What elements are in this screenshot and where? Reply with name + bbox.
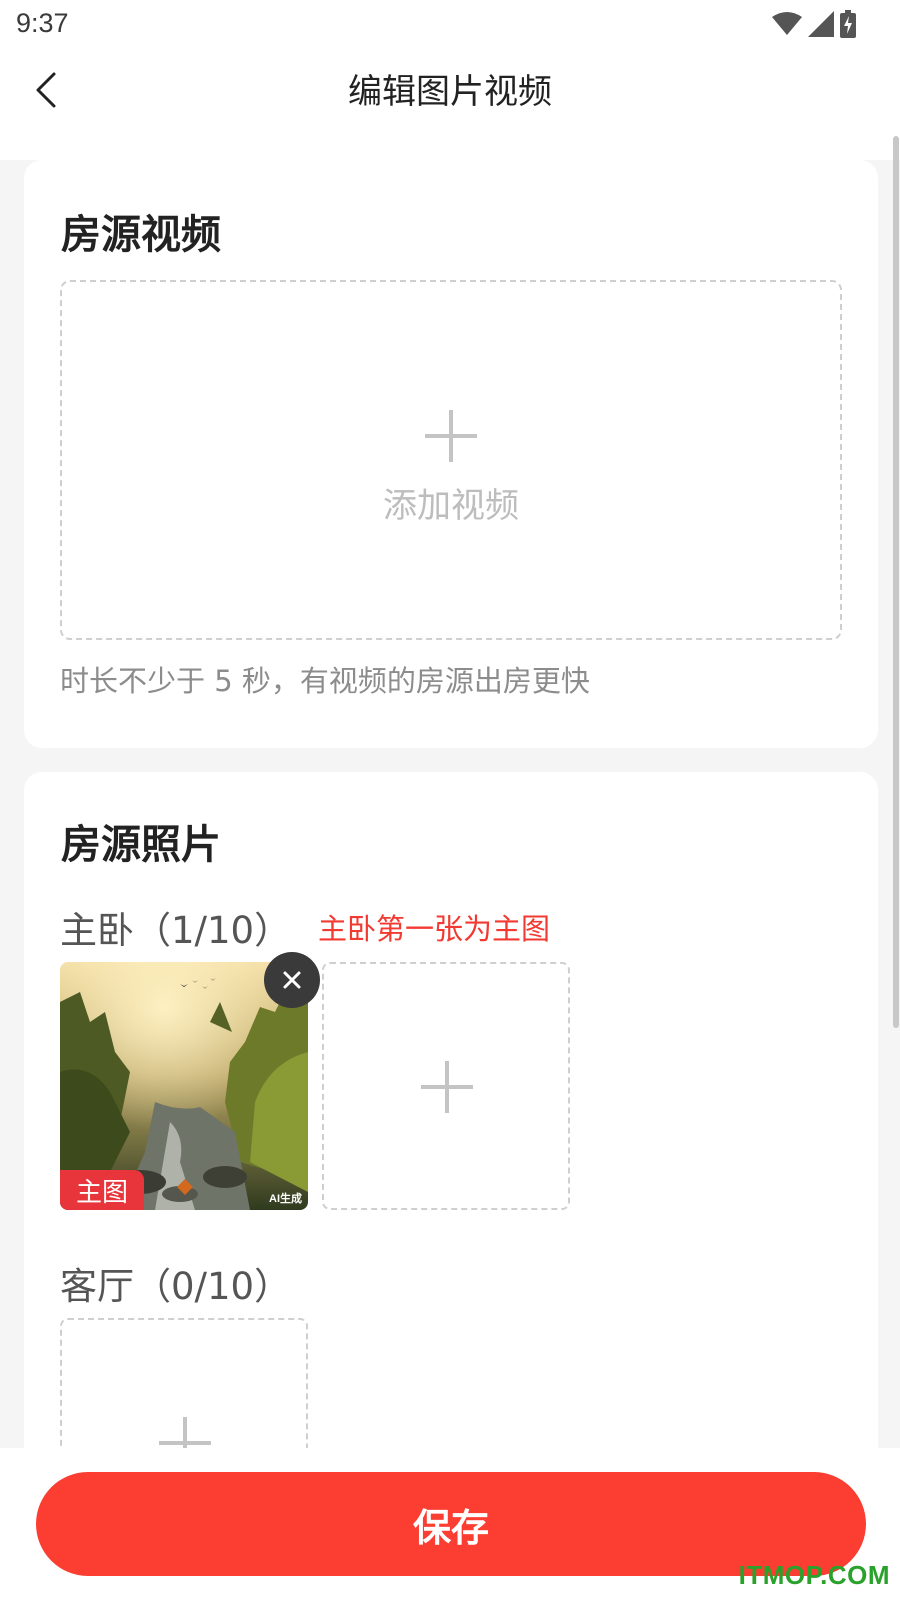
room-label-living-room: 客厅（0/10） xyxy=(60,1265,292,1308)
status-icons xyxy=(772,8,856,40)
plus-icon xyxy=(421,1061,473,1113)
main-photo-badge: 主图 xyxy=(60,1170,144,1210)
battery-charging-icon xyxy=(840,10,856,38)
photo-section-card: 房源照片 主卧（1/10） 主卧第一张为主图 主图 AI生成 客厅（0/10） xyxy=(24,772,878,1566)
wifi-icon xyxy=(772,11,802,37)
video-section-card: 房源视频 添加视频 时长不少于 5 秒，有视频的房源出房更快 xyxy=(24,160,878,748)
room-label-bedroom: 主卧（1/10） xyxy=(60,909,292,952)
app-header: 编辑图片视频 xyxy=(0,50,900,160)
plus-icon xyxy=(425,410,477,462)
photo-section-title: 房源照片 xyxy=(61,822,221,868)
video-duration-hint: 时长不少于 5 秒，有视频的房源出房更快 xyxy=(60,664,590,698)
signal-icon xyxy=(808,11,834,37)
add-video-button[interactable]: 添加视频 xyxy=(60,280,842,640)
video-section-title: 房源视频 xyxy=(61,212,221,258)
ai-generated-mark: AI生成 xyxy=(269,1193,302,1205)
site-watermark: ITMOP.COM xyxy=(738,1560,890,1590)
main-photo-hint: 主卧第一张为主图 xyxy=(318,912,551,946)
add-video-label: 添加视频 xyxy=(383,486,519,526)
page-title: 编辑图片视频 xyxy=(348,72,552,112)
status-time: 9:37 xyxy=(16,8,69,38)
scrollbar[interactable] xyxy=(893,136,899,1028)
delete-photo-button[interactable] xyxy=(264,952,320,1008)
close-icon xyxy=(283,971,301,989)
status-bar: 9:37 xyxy=(0,0,900,50)
add-bedroom-photo-button[interactable] xyxy=(322,962,570,1210)
